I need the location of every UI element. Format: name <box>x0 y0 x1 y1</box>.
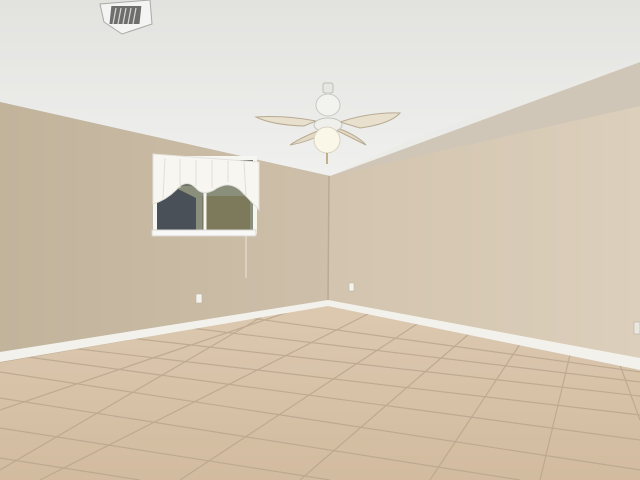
outlet-icon <box>348 282 355 292</box>
outlet-icon <box>633 321 640 335</box>
room-scene <box>0 0 640 480</box>
wall-corner <box>327 175 330 304</box>
outlet-icon <box>195 293 203 304</box>
